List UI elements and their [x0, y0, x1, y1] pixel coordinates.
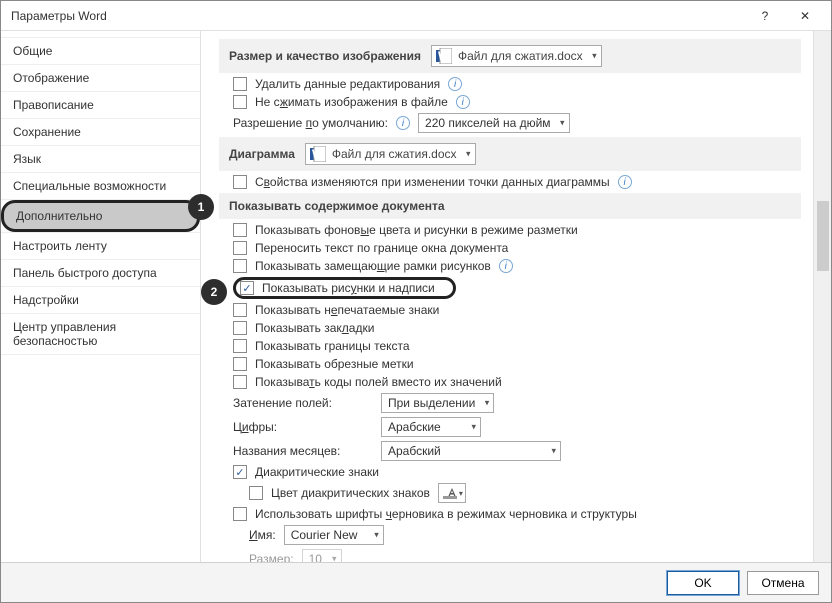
chk-diacritics-color[interactable] — [249, 486, 263, 500]
dialog-body: Общие Отображение Правописание Сохранени… — [1, 31, 831, 562]
nav-save[interactable]: Сохранение — [1, 119, 200, 146]
row-diacritics: Диакритические знаки — [233, 465, 801, 479]
chevron-down-icon: ▾ — [485, 398, 490, 409]
chk-placeholders[interactable] — [233, 259, 247, 273]
image-doc-combo[interactable]: W Файл для сжатия.docx ▾ — [431, 45, 602, 67]
section-title: Диаграмма — [229, 147, 295, 161]
close-button[interactable]: ✕ — [785, 1, 825, 31]
chk-text-bounds[interactable] — [233, 339, 247, 353]
row-crop-marks: Показывать обрезные метки — [233, 357, 801, 371]
chk-no-compress[interactable] — [233, 95, 247, 109]
word-doc-icon: W — [436, 48, 452, 64]
row-delete-crop: Удалить данные редактирования i — [233, 77, 801, 91]
callout-badge-2: 2 — [201, 279, 227, 305]
row-months: Названия месяцев: Арабский ▾ — [233, 441, 801, 461]
chk-field-codes[interactable] — [233, 375, 247, 389]
section-image-quality: Размер и качество изображения W Файл для… — [219, 39, 801, 73]
nav-general[interactable]: Общие — [1, 37, 200, 65]
category-sidebar: Общие Отображение Правописание Сохранени… — [1, 31, 201, 562]
chk-nonprinting[interactable] — [233, 303, 247, 317]
chk-chart-props[interactable] — [233, 175, 247, 189]
info-icon[interactable]: i — [396, 116, 410, 130]
help-button[interactable]: ? — [745, 1, 785, 31]
dialog-title: Параметры Word — [11, 9, 745, 23]
chk-draft-font[interactable] — [233, 507, 247, 521]
chk-wrap-window[interactable] — [233, 241, 247, 255]
chk-bookmarks[interactable] — [233, 321, 247, 335]
chk-bg-colors[interactable] — [233, 223, 247, 237]
dialog-footer: OK Отмена — [1, 562, 831, 602]
vertical-scrollbar[interactable] — [813, 31, 831, 562]
info-icon[interactable]: i — [618, 175, 632, 189]
chk-crop-marks[interactable] — [233, 357, 247, 371]
nav-display[interactable]: Отображение — [1, 65, 200, 92]
row-numerals: Цифры: Арабские ▾ — [233, 417, 801, 437]
field-shading-combo[interactable]: При выделении ▾ — [381, 393, 494, 413]
nav-trust-center[interactable]: Центр управления безопасностью — [1, 314, 200, 355]
row-diacritics-color: Цвет диакритических знаков ▾ — [249, 483, 801, 503]
svg-text:W: W — [312, 147, 324, 161]
chart-doc-combo[interactable]: W Файл для сжатия.docx ▾ — [305, 143, 476, 165]
nav-advanced[interactable]: Дополнительно 1 — [1, 200, 200, 233]
chevron-down-icon: ▾ — [592, 51, 597, 62]
nav-quick-access[interactable]: Панель быстрого доступа — [1, 260, 200, 287]
word-doc-icon: W — [310, 146, 326, 162]
section-title: Показывать содержимое документа — [229, 199, 445, 213]
row-drawings: 2 Показывать рисунки и надписи — [233, 277, 801, 299]
row-field-shading: Затенение полей: При выделении ▾ — [233, 393, 801, 413]
font-size-combo[interactable]: 10 ▾ — [302, 549, 342, 562]
row-text-bounds: Показывать границы текста — [233, 339, 801, 353]
chk-drawings[interactable] — [240, 281, 254, 295]
nav-language[interactable]: Язык — [1, 146, 200, 173]
row-wrap-window: Переносить текст по границе окна докумен… — [233, 241, 801, 255]
chevron-down-icon: ▾ — [332, 554, 337, 563]
diacritics-color-picker[interactable]: ▾ — [438, 483, 466, 503]
row-default-res: Разрешение по умолчанию: i 220 пикселей … — [233, 113, 801, 133]
row-no-compress: Не сжимать изображения в файле i — [233, 95, 801, 109]
row-placeholders: Показывать замещающие рамки рисунков i — [233, 259, 801, 273]
cancel-button[interactable]: Отмена — [747, 571, 819, 595]
svg-text:W: W — [438, 49, 450, 63]
row-field-codes: Показывать коды полей вместо их значений — [233, 375, 801, 389]
row-draft-font: Использовать шрифты черновика в режимах … — [233, 507, 801, 521]
chevron-down-icon: ▾ — [374, 530, 379, 541]
row-bookmarks: Показывать закладки — [233, 321, 801, 335]
font-name-combo[interactable]: Courier New ▾ — [284, 525, 384, 545]
default-res-combo[interactable]: 220 пикселей на дюйм ▾ — [418, 113, 570, 133]
numerals-combo[interactable]: Арабские ▾ — [381, 417, 481, 437]
highlight-drawings: Показывать рисунки и надписи — [233, 277, 456, 299]
row-nonprinting: Показывать непечатаемые знаки — [233, 303, 801, 317]
chevron-down-icon: ▾ — [471, 422, 476, 433]
chevron-down-icon: ▾ — [551, 446, 556, 457]
row-bg-colors: Показывать фоновые цвета и рисунки в реж… — [233, 223, 801, 237]
section-chart: Диаграмма W Файл для сжатия.docx ▾ — [219, 137, 801, 171]
chk-delete-crop[interactable] — [233, 77, 247, 91]
content-wrap: Размер и качество изображения W Файл для… — [201, 31, 831, 562]
info-icon[interactable]: i — [456, 95, 470, 109]
info-icon[interactable]: i — [448, 77, 462, 91]
titlebar: Параметры Word ? ✕ — [1, 1, 831, 31]
months-combo[interactable]: Арабский ▾ — [381, 441, 561, 461]
word-options-dialog: Параметры Word ? ✕ Общие Отображение Пра… — [0, 0, 832, 603]
section-title: Размер и качество изображения — [229, 49, 421, 63]
chk-diacritics[interactable] — [233, 465, 247, 479]
section-show-content: Показывать содержимое документа — [219, 193, 801, 219]
nav-addins[interactable]: Надстройки — [1, 287, 200, 314]
row-chart-props: Свойства изменяются при изменении точки … — [233, 175, 801, 189]
content-pane: Размер и качество изображения W Файл для… — [201, 31, 813, 562]
nav-proofing[interactable]: Правописание — [1, 92, 200, 119]
scroll-thumb[interactable] — [817, 201, 829, 271]
ok-button[interactable]: OK — [667, 571, 739, 595]
info-icon[interactable]: i — [499, 259, 513, 273]
chevron-down-icon: ▾ — [560, 118, 565, 129]
chevron-down-icon: ▾ — [466, 149, 471, 160]
nav-accessibility[interactable]: Специальные возможности — [1, 173, 200, 200]
row-font-name: Имя: Courier New ▾ — [249, 525, 801, 545]
nav-customize-ribbon[interactable]: Настроить ленту — [1, 233, 200, 260]
row-font-size: Размер: 10 ▾ — [249, 549, 801, 562]
